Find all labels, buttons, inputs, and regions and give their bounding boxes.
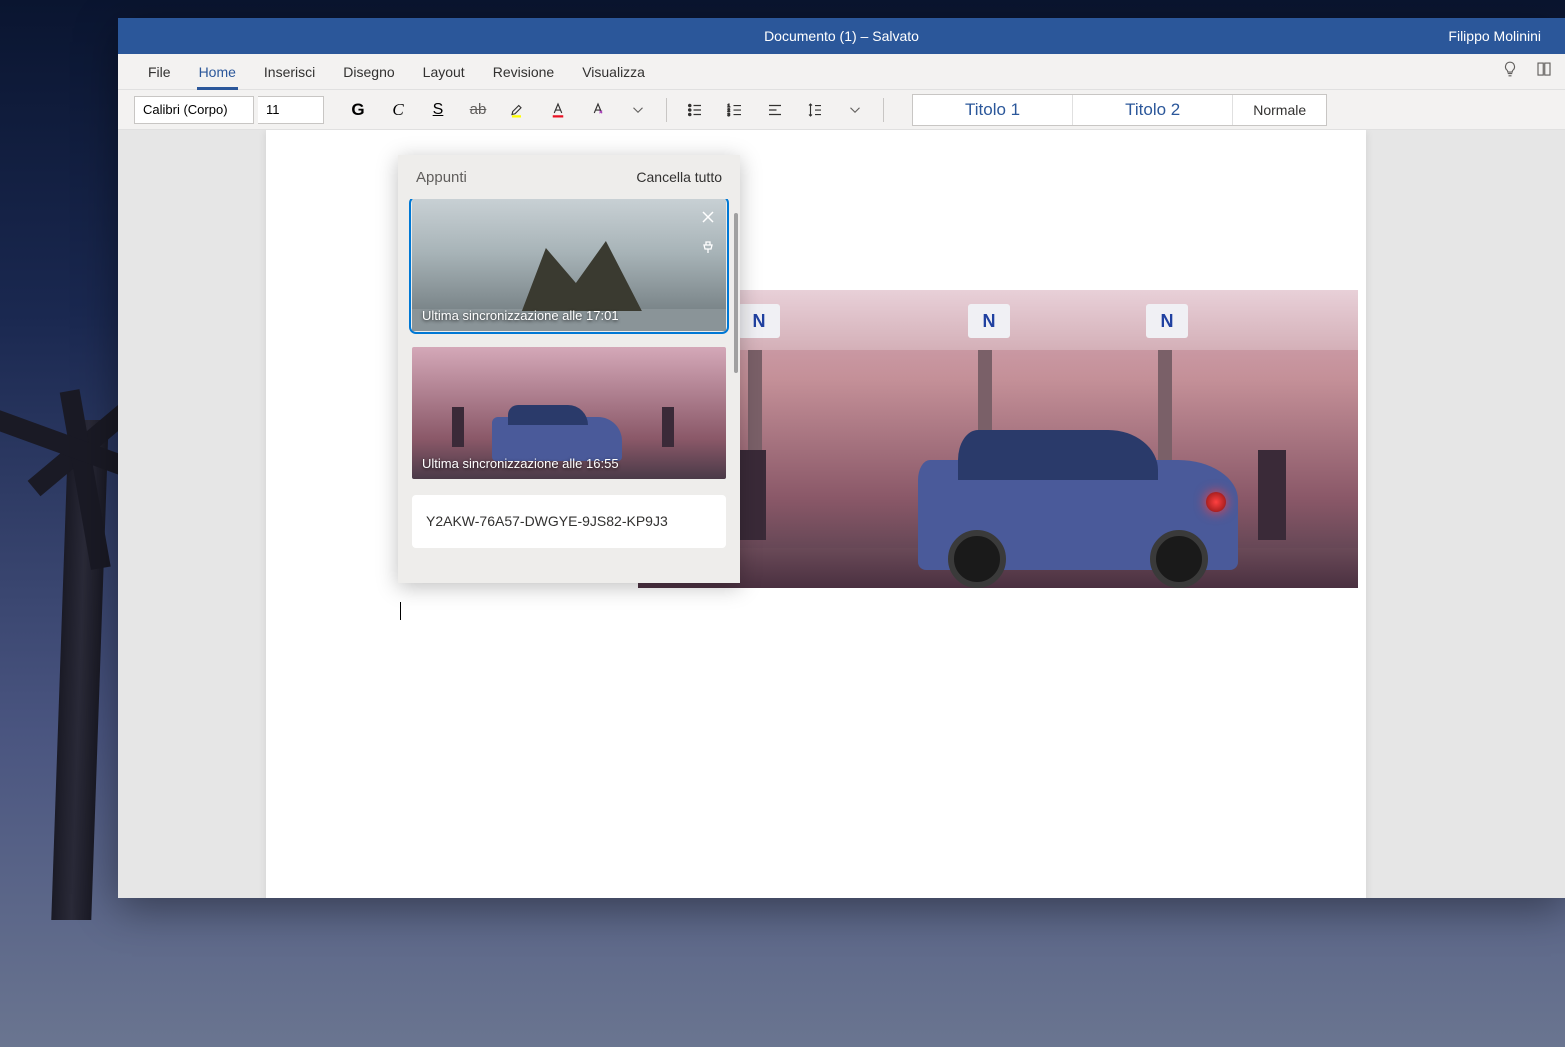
clipboard-title: Appunti <box>416 169 467 186</box>
font-name-input[interactable] <box>134 96 254 124</box>
clipboard-scrollbar[interactable] <box>734 213 738 373</box>
svg-text:3: 3 <box>728 112 731 117</box>
clipboard-item-1[interactable]: Ultima sincronizzazione alle 17:01 <box>412 199 726 331</box>
style-normale[interactable]: Normale <box>1233 95 1326 125</box>
tab-file[interactable]: File <box>134 54 185 90</box>
titlebar: Documento (1) – Salvato Filippo Molinini <box>118 18 1565 54</box>
tab-inserisci[interactable]: Inserisci <box>250 54 329 90</box>
word-app-window: Documento (1) – Salvato Filippo Molinini… <box>118 18 1565 898</box>
font-color-button[interactable] <box>540 92 576 128</box>
pin-icon[interactable] <box>696 235 720 259</box>
close-icon[interactable] <box>696 205 720 229</box>
style-titolo-2[interactable]: Titolo 2 <box>1073 95 1233 125</box>
numbered-list-button[interactable]: 123 <box>717 92 753 128</box>
document-area[interactable]: NNN <box>118 130 1565 898</box>
bold-button[interactable]: G <box>340 92 376 128</box>
inserted-image[interactable]: NNN <box>638 290 1358 588</box>
more-paragraph-options[interactable] <box>837 92 873 128</box>
more-font-options[interactable] <box>620 92 656 128</box>
user-name[interactable]: Filippo Molinini <box>1448 28 1541 44</box>
ribbon-tabs: File Home Inserisci Disegno Layout Revis… <box>118 54 1565 90</box>
tab-layout[interactable]: Layout <box>409 54 479 90</box>
line-spacing-button[interactable] <box>797 92 833 128</box>
align-button[interactable] <box>757 92 793 128</box>
lightbulb-icon[interactable] <box>1501 60 1519 83</box>
tab-revisione[interactable]: Revisione <box>479 54 568 90</box>
tab-home[interactable]: Home <box>185 54 250 90</box>
clipboard-item-2[interactable]: Ultima sincronizzazione alle 16:55 <box>412 347 726 479</box>
style-titolo-1[interactable]: Titolo 1 <box>913 95 1073 125</box>
underline-button[interactable]: S <box>420 92 456 128</box>
italic-button[interactable]: C <box>380 92 416 128</box>
clear-formatting-button[interactable] <box>580 92 616 128</box>
document-title: Documento (1) – Salvato <box>764 28 919 44</box>
font-size-input[interactable] <box>258 96 324 124</box>
tab-disegno[interactable]: Disegno <box>329 54 408 90</box>
reading-view-icon[interactable] <box>1535 60 1553 83</box>
tab-visualizza[interactable]: Visualizza <box>568 54 659 90</box>
bullet-list-button[interactable] <box>677 92 713 128</box>
clipboard-item-caption: Ultima sincronizzazione alle 17:01 <box>422 308 619 323</box>
clipboard-history-panel: Appunti Cancella tutto Ultima sincronizz… <box>398 155 740 583</box>
wallpaper-windmill <box>0 260 120 900</box>
clipboard-item-caption: Ultima sincronizzazione alle 16:55 <box>422 456 619 471</box>
strikethrough-button[interactable]: ab <box>460 92 496 128</box>
highlight-button[interactable] <box>500 92 536 128</box>
text-cursor <box>400 602 401 620</box>
clipboard-item-3[interactable]: Y2AKW-76A57-DWGYE-9JS82-KP9J3 <box>412 495 726 548</box>
clipboard-text-content: Y2AKW-76A57-DWGYE-9JS82-KP9J3 <box>426 513 668 529</box>
toolbar: G C S ab 123 Titolo 1 Titolo 2 Normale <box>118 90 1565 130</box>
styles-gallery: Titolo 1 Titolo 2 Normale <box>912 94 1327 126</box>
clipboard-clear-all[interactable]: Cancella tutto <box>636 169 722 185</box>
